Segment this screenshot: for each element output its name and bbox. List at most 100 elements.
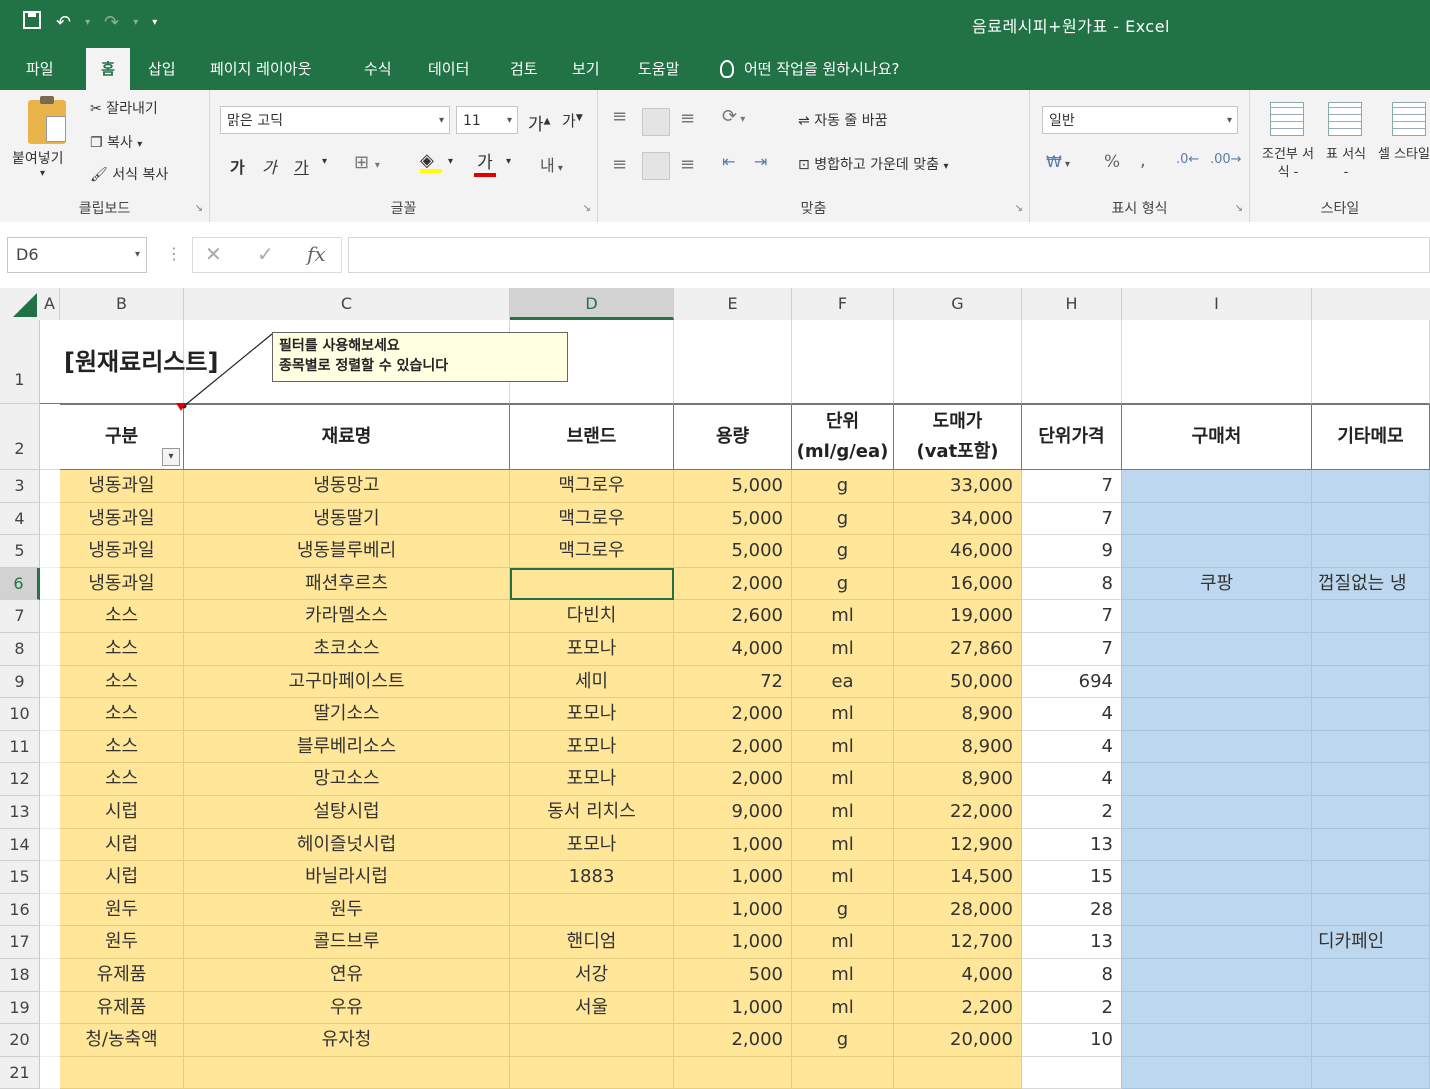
cell-f12[interactable]: ml bbox=[792, 763, 894, 796]
cell-a10[interactable] bbox=[40, 698, 60, 731]
cell-h14[interactable]: 13 bbox=[1022, 828, 1122, 862]
percent-button[interactable]: % bbox=[1104, 152, 1120, 172]
cell-g3[interactable]: 33,000 bbox=[894, 470, 1022, 503]
font-color-dropdown-icon[interactable]: ▾ bbox=[506, 156, 511, 167]
cell-i18[interactable] bbox=[1122, 959, 1312, 992]
row-header-1[interactable]: 1 bbox=[0, 320, 40, 404]
cell-e14[interactable]: 1,000 bbox=[674, 828, 792, 862]
cell-g6[interactable]: 16,000 bbox=[894, 567, 1022, 601]
cell-e20[interactable]: 2,000 bbox=[674, 1024, 792, 1057]
copy-button[interactable]: ❐ 복사 ▾ bbox=[90, 132, 142, 152]
tab-page-layout[interactable]: 페이지 레이아웃 bbox=[198, 48, 323, 90]
insert-function-icon[interactable]: fx bbox=[307, 242, 326, 266]
cell-d17[interactable]: 핸디엄 bbox=[510, 926, 674, 959]
cell-c9[interactable]: 고구마페이스트 bbox=[184, 665, 510, 699]
cell-i12[interactable] bbox=[1122, 763, 1312, 796]
cell-j17[interactable]: 디카페인 bbox=[1312, 926, 1430, 959]
row-header-10[interactable]: 10 bbox=[0, 698, 40, 731]
cell-e15[interactable]: 1,000 bbox=[674, 861, 792, 894]
cell-c19[interactable]: 우유 bbox=[184, 991, 510, 1025]
cell-b15[interactable]: 시럽 bbox=[60, 861, 184, 894]
header-name[interactable]: 재료명 bbox=[184, 404, 510, 470]
cell-c20[interactable]: 유자청 bbox=[184, 1024, 510, 1057]
cell-j3[interactable] bbox=[1312, 470, 1430, 503]
clipboard-launcher-icon[interactable]: ↘ bbox=[195, 203, 203, 214]
cell-g19[interactable]: 2,200 bbox=[894, 991, 1022, 1025]
cell-b10[interactable]: 소스 bbox=[60, 698, 184, 731]
cell-j1[interactable] bbox=[1312, 320, 1430, 404]
align-center-icon[interactable] bbox=[642, 152, 670, 180]
tab-view[interactable]: 보기 bbox=[560, 48, 612, 90]
cell-e18[interactable]: 500 bbox=[674, 959, 792, 992]
cell-i5[interactable] bbox=[1122, 535, 1312, 568]
cell-h12[interactable]: 4 bbox=[1022, 763, 1122, 796]
row-header-8[interactable]: 8 bbox=[0, 633, 40, 666]
cell-j9[interactable] bbox=[1312, 665, 1430, 699]
cell-a15[interactable] bbox=[40, 861, 60, 894]
cell-c14[interactable]: 헤이즐넛시럽 bbox=[184, 828, 510, 862]
column-header-j[interactable] bbox=[1312, 288, 1430, 320]
row-header-11[interactable]: 11 bbox=[0, 730, 40, 764]
column-header-h[interactable]: H bbox=[1022, 288, 1122, 320]
cell-c12[interactable]: 망고소스 bbox=[184, 763, 510, 796]
cell-b19[interactable]: 유제품 bbox=[60, 991, 184, 1025]
cell-d15[interactable]: 1883 bbox=[510, 861, 674, 894]
enter-icon[interactable]: ✓ bbox=[257, 242, 274, 266]
formula-input[interactable] bbox=[348, 237, 1430, 273]
format-painter-button[interactable]: 🖌 서식 복사 bbox=[90, 164, 168, 184]
cell-f5[interactable]: g bbox=[792, 535, 894, 568]
cell-e9[interactable]: 72 bbox=[674, 665, 792, 699]
cell-g7[interactable]: 19,000 bbox=[894, 600, 1022, 633]
comma-style-icon[interactable]: , bbox=[1140, 150, 1146, 171]
row-header-15[interactable]: 15 bbox=[0, 861, 40, 894]
cell-c11[interactable]: 블루베리소스 bbox=[184, 730, 510, 764]
cell-g13[interactable]: 22,000 bbox=[894, 796, 1022, 829]
cell-g4[interactable]: 34,000 bbox=[894, 502, 1022, 536]
cell-d19[interactable]: 서울 bbox=[510, 991, 674, 1025]
merge-dropdown-icon[interactable]: ▾ bbox=[943, 161, 948, 172]
cell-d12[interactable]: 포모나 bbox=[510, 763, 674, 796]
cell-b18[interactable]: 유제품 bbox=[60, 959, 184, 992]
cell-i7[interactable] bbox=[1122, 600, 1312, 633]
cell-c8[interactable]: 초코소스 bbox=[184, 633, 510, 666]
cell-i1[interactable] bbox=[1122, 320, 1312, 404]
header-wholesale[interactable]: 도매가 (vat포함) bbox=[894, 404, 1022, 470]
customize-toolbar-icon[interactable]: ▾ bbox=[152, 17, 157, 28]
cell-g1[interactable] bbox=[894, 320, 1022, 404]
cell-h15[interactable]: 15 bbox=[1022, 861, 1122, 894]
copy-dropdown-icon[interactable]: ▾ bbox=[137, 139, 142, 150]
cell-a18[interactable] bbox=[40, 959, 60, 992]
cell-j19[interactable] bbox=[1312, 991, 1430, 1025]
cell-f11[interactable]: ml bbox=[792, 730, 894, 764]
cell-g12[interactable]: 8,900 bbox=[894, 763, 1022, 796]
number-format-combo[interactable]: 일반 ▾ bbox=[1042, 106, 1238, 134]
cell-d10[interactable]: 포모나 bbox=[510, 698, 674, 731]
cell-f15[interactable]: ml bbox=[792, 861, 894, 894]
paste-dropdown-icon[interactable]: ▾ bbox=[40, 168, 45, 179]
paste-icon[interactable] bbox=[28, 96, 66, 144]
undo-dropdown-icon[interactable]: ▾ bbox=[85, 17, 90, 28]
column-header-b[interactable]: B bbox=[60, 288, 184, 320]
cell-e6[interactable]: 2,000 bbox=[674, 567, 792, 601]
tab-help[interactable]: 도움말 bbox=[626, 48, 691, 90]
borders-icon[interactable]: ⊞ ▾ bbox=[354, 152, 380, 173]
header-unit[interactable]: 단위 (ml/g/ea) bbox=[792, 404, 894, 470]
cell-a3[interactable] bbox=[40, 470, 60, 503]
cell-g14[interactable]: 12,900 bbox=[894, 828, 1022, 862]
cell-d5[interactable]: 맥그로우 bbox=[510, 535, 674, 568]
cell-e21[interactable] bbox=[674, 1056, 792, 1089]
currency-icon[interactable]: ₩ ▾ bbox=[1046, 152, 1070, 171]
cell-b12[interactable]: 소스 bbox=[60, 763, 184, 796]
cell-g18[interactable]: 4,000 bbox=[894, 959, 1022, 992]
cell-h10[interactable]: 4 bbox=[1022, 698, 1122, 731]
redo-icon[interactable]: ↷ bbox=[104, 12, 119, 33]
cell-b3[interactable]: 냉동과일 bbox=[60, 470, 184, 503]
cell-f18[interactable]: ml bbox=[792, 959, 894, 992]
cell-e5[interactable]: 5,000 bbox=[674, 535, 792, 568]
column-header-e[interactable]: E bbox=[674, 288, 792, 320]
cell-f3[interactable]: g bbox=[792, 470, 894, 503]
cell-j16[interactable] bbox=[1312, 893, 1430, 927]
cell-g5[interactable]: 46,000 bbox=[894, 535, 1022, 568]
cell-g8[interactable]: 27,860 bbox=[894, 633, 1022, 666]
wrap-text-button[interactable]: ⇌ 자동 줄 바꿈 bbox=[798, 110, 888, 130]
